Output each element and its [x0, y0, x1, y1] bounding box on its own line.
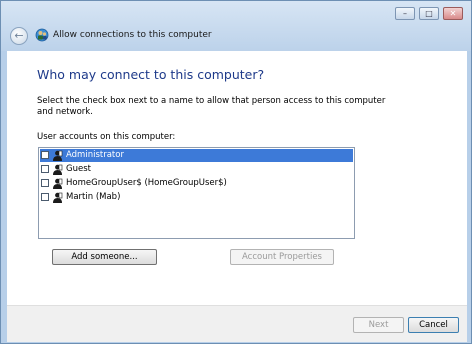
user-icon [53, 192, 63, 203]
account-properties-button[interactable]: Account Properties [230, 249, 334, 265]
user-icon [53, 178, 63, 189]
user-accounts-list[interactable]: Administrator Guest HomeGroupUser$ (Home… [38, 147, 355, 239]
user-icon [53, 150, 63, 161]
page-heading: Who may connect to this computer? [37, 67, 265, 82]
account-label: Administrator [66, 150, 124, 160]
account-label: HomeGroupUser$ (HomeGroupUser$) [66, 178, 227, 188]
account-item-guest[interactable]: Guest [40, 163, 353, 176]
account-item-martin[interactable]: Martin (Mab) [40, 191, 353, 204]
user-accounts-label: User accounts on this computer: [37, 132, 176, 142]
account-item-homegroupuser[interactable]: HomeGroupUser$ (HomeGroupUser$) [40, 177, 353, 190]
network-users-icon [35, 28, 49, 42]
account-label: Guest [66, 164, 91, 174]
back-arrow-icon: ← [14, 29, 24, 42]
account-checkbox[interactable] [41, 151, 49, 159]
next-button[interactable]: Next [353, 317, 404, 333]
account-checkbox[interactable] [41, 165, 49, 173]
title-bar: – □ ✕ ← Allow connections to this comput… [1, 1, 471, 51]
account-item-administrator[interactable]: Administrator [40, 149, 353, 162]
account-checkbox[interactable] [41, 179, 49, 187]
maximize-button[interactable]: □ [419, 7, 439, 20]
minimize-button[interactable]: – [395, 7, 415, 20]
add-someone-button[interactable]: Add someone... [52, 249, 157, 265]
user-icon [53, 164, 63, 175]
account-label: Martin (Mab) [66, 192, 121, 202]
cancel-button[interactable]: Cancel [408, 317, 459, 333]
dialog-window: – □ ✕ ← Allow connections to this comput… [0, 0, 472, 344]
back-button[interactable]: ← [10, 27, 28, 45]
content-panel: Who may connect to this computer? Select… [7, 51, 467, 305]
account-checkbox[interactable] [41, 193, 49, 201]
close-button[interactable]: ✕ [443, 7, 463, 20]
dialog-footer: Next Cancel [7, 305, 467, 342]
instructions-text: Select the check box next to a name to a… [37, 96, 386, 117]
window-title: Allow connections to this computer [53, 30, 212, 40]
